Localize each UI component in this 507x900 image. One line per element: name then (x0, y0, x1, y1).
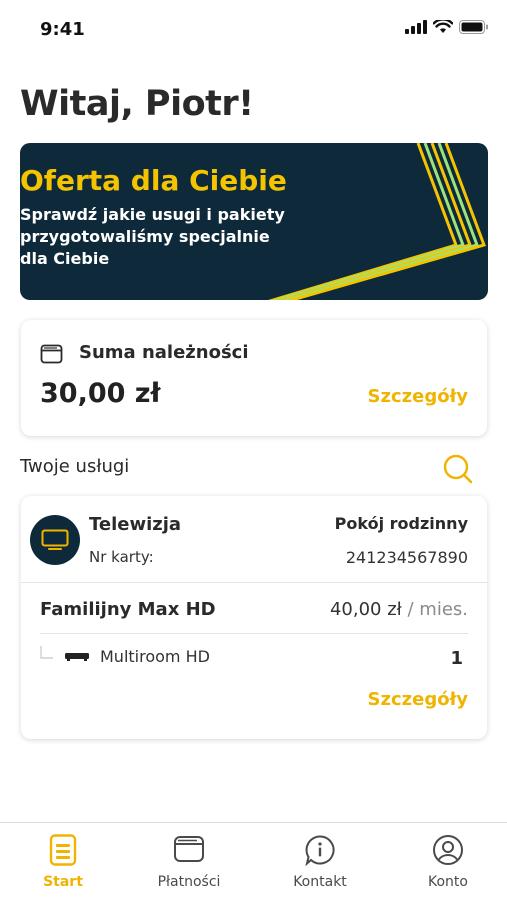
divider (21, 582, 487, 583)
service-details-link[interactable]: Szczegóły (368, 689, 468, 710)
tv-avatar (30, 515, 80, 565)
package-price-amount: 40,00 zł (329, 599, 402, 620)
set-top-box-icon (65, 653, 89, 661)
addon-quantity: 1 (450, 648, 463, 669)
status-icons (405, 20, 489, 34)
user-icon (433, 835, 463, 865)
dues-details-link[interactable]: Szczegóły (368, 386, 468, 407)
tab-payments-label: Płatności (157, 874, 221, 890)
search-icon[interactable] (441, 452, 475, 486)
service-card: Telewizja Pokój rodzinny Nr karty: 24123… (21, 496, 487, 739)
divider (40, 633, 468, 634)
banner-title: Oferta dla Ciebie (20, 164, 287, 197)
wallet-icon (174, 836, 204, 862)
banner-text: Sprawdź jakie usugi i pakiety przygotowa… (20, 205, 285, 268)
tv-icon (41, 529, 69, 550)
package-name: Familijny Max HD (40, 599, 216, 620)
info-chat-icon (305, 835, 335, 866)
tab-start-label: Start (43, 874, 83, 890)
package-price-unit: / mies. (401, 599, 469, 620)
tab-payments[interactable]: Płatności (126, 823, 252, 900)
tab-contact[interactable]: Kontakt (257, 823, 383, 900)
addon-name: Multiroom HD (100, 647, 210, 666)
tab-account[interactable]: Konto (385, 823, 507, 900)
status-time: 9:41 (40, 19, 85, 40)
document-icon (49, 834, 77, 866)
services-section-title: Twoje usługi (20, 456, 130, 477)
card-number-label: Nr karty: (89, 548, 154, 566)
package-price: 40,00 zł / mies. (330, 599, 468, 620)
tree-branch-icon (40, 646, 53, 659)
status-bar: 9:41 (0, 0, 507, 60)
cellular-signal-icon (405, 20, 427, 34)
dues-amount: 30,00 zł (40, 378, 161, 409)
tab-start[interactable]: Start (0, 823, 126, 900)
page-title: Witaj, Piotr! (20, 84, 254, 124)
dues-title: Suma należności (79, 342, 249, 363)
bottom-tab-bar: Start Płatności Kontakt Konto (0, 822, 507, 900)
tab-account-label: Konto (428, 874, 468, 890)
wallet-icon (40, 344, 63, 364)
wifi-icon (433, 20, 453, 33)
card-number-value: 241234567890 (345, 548, 468, 567)
service-name: Telewizja (89, 514, 182, 535)
service-room: Pokój rodzinny (334, 514, 468, 533)
battery-icon (459, 20, 488, 34)
dues-card: Suma należności 30,00 zł Szczegóły (21, 320, 487, 436)
tab-contact-label: Kontakt (293, 874, 347, 890)
